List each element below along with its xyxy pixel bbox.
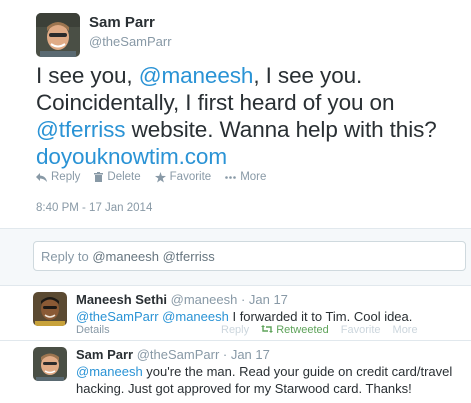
star-icon bbox=[154, 171, 166, 183]
reply-button[interactable]: Reply bbox=[36, 171, 80, 183]
retweet-icon bbox=[261, 325, 274, 333]
reply-actions: Reply Retweeted Favorite More bbox=[221, 324, 418, 336]
reply-avatar-sam[interactable] bbox=[33, 347, 67, 381]
tweet-line-1: I see you, @maneesh, I see you. bbox=[36, 62, 466, 89]
tweet-text-segment: I see you, bbox=[36, 63, 139, 88]
reply-tweet: Sam Parr @theSamParr · Jan 17 @maneesh y… bbox=[0, 340, 471, 403]
more-button[interactable]: More bbox=[225, 171, 266, 183]
reply-mentions-link[interactable]: @theSamParr @maneesh bbox=[76, 309, 229, 324]
reply-avatar-maneesh[interactable] bbox=[33, 292, 67, 326]
author-handle[interactable]: @theSamParr bbox=[89, 34, 172, 49]
tweet-line-4: doyouknowtim.com bbox=[36, 143, 466, 170]
tweet-text-segment: website. Wanna help with this? bbox=[125, 117, 437, 142]
reply-tweet: Maneesh Sethi @maneesh · Jan 17 @theSamP… bbox=[0, 285, 471, 340]
reply-author-name: Sam Parr bbox=[76, 347, 134, 362]
trash-icon bbox=[94, 172, 104, 182]
reply-placeholder: Reply to @maneesh @tferriss bbox=[41, 249, 215, 264]
main-tweet: Sam Parr @theSamParr I see you, @maneesh… bbox=[0, 0, 471, 228]
conversation-area: Reply to @maneesh @tferriss Maneesh Seth… bbox=[0, 228, 471, 403]
tweet-text-segment: , I see you. bbox=[253, 63, 363, 88]
reply-action-reply[interactable]: Reply bbox=[221, 324, 249, 336]
reply-mentions: @maneesh @tferriss bbox=[92, 249, 215, 264]
reply-action-more[interactable]: More bbox=[393, 324, 418, 336]
url-link[interactable]: doyouknowtim.com bbox=[36, 144, 227, 169]
reply-mentions-link[interactable]: @maneesh bbox=[76, 364, 143, 379]
reply-author[interactable]: Maneesh Sethi @maneesh · Jan 17 bbox=[76, 292, 288, 307]
delete-button[interactable]: Delete bbox=[94, 171, 141, 183]
more-label: More bbox=[240, 171, 267, 183]
details-link[interactable]: Details bbox=[76, 324, 110, 336]
tweet-line-2: Coincidentally, I first heard of you on bbox=[36, 90, 395, 115]
tweet-text: I see you, @maneesh, I see you. Coincide… bbox=[36, 62, 466, 170]
retweeted-button[interactable]: Retweeted bbox=[261, 324, 329, 336]
reply-body: I forwarded it to Tim. Cool idea. bbox=[228, 309, 413, 324]
favorite-button[interactable]: Favorite bbox=[154, 171, 212, 183]
author-name[interactable]: Sam Parr bbox=[89, 14, 155, 31]
reply-author[interactable]: Sam Parr @theSamParr · Jan 17 bbox=[76, 347, 270, 362]
retweeted-label: Retweeted bbox=[276, 324, 329, 336]
tweet-timestamp[interactable]: 8:40 PM - 17 Jan 2014 bbox=[36, 202, 152, 214]
reply-input[interactable]: Reply to @maneesh @tferriss bbox=[33, 241, 466, 271]
reply-action-favorite[interactable]: Favorite bbox=[341, 324, 381, 336]
reply-author-meta: @maneesh · Jan 17 bbox=[170, 292, 288, 307]
author-avatar[interactable] bbox=[36, 13, 80, 57]
reply-text: @theSamParr @maneesh I forwarded it to T… bbox=[76, 308, 466, 325]
reply-prefix: Reply to bbox=[41, 249, 93, 264]
more-dots-icon bbox=[225, 175, 237, 179]
reply-icon bbox=[36, 172, 47, 182]
favorite-label: Favorite bbox=[169, 171, 212, 183]
mention-link-tferriss[interactable]: @tferriss bbox=[36, 117, 126, 142]
mention-link-maneesh[interactable]: @maneesh bbox=[139, 63, 254, 88]
delete-label: Delete bbox=[107, 171, 141, 183]
reply-author-name: Maneesh Sethi bbox=[76, 292, 168, 307]
reply-text: @maneesh you're the man. Read your guide… bbox=[76, 363, 466, 397]
tweet-line-3: @tferriss website. Wanna help with this? bbox=[36, 116, 466, 143]
reply-label: Reply bbox=[51, 171, 81, 183]
reply-author-meta: @theSamParr · Jan 17 bbox=[136, 347, 270, 362]
tweet-actions: Reply Delete Favorite More bbox=[36, 171, 266, 183]
